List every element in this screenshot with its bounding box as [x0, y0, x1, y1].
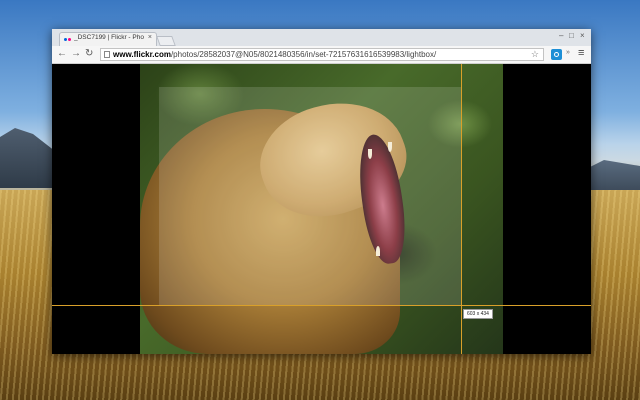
wallpaper-mountain-left — [0, 128, 60, 188]
address-bar[interactable]: www.flickr.com/photos/28582037@N05/80214… — [100, 48, 544, 61]
tab-close-icon[interactable]: × — [148, 34, 152, 41]
browser-window: _DSC7199 | Flickr - Pho × – □ × ← → ↻ ww… — [52, 29, 591, 354]
new-tab-button[interactable] — [156, 36, 176, 46]
dimension-label: 603 x 434 — [463, 309, 493, 319]
measure-selection-area[interactable] — [159, 87, 461, 305]
reload-icon[interactable]: ↻ — [85, 48, 93, 60]
minimize-button[interactable]: – — [559, 31, 563, 40]
forward-arrow-icon[interactable]: → — [71, 48, 81, 60]
extensions-overflow-icon[interactable]: » — [566, 49, 570, 56]
tab-title: _DSC7199 | Flickr - Pho — [74, 34, 144, 41]
browser-toolbar: ← → ↻ www.flickr.com/photos/28582037@N05… — [52, 46, 591, 64]
flickr-favicon-icon — [64, 36, 71, 43]
page-icon — [104, 51, 110, 58]
url-text: www.flickr.com/photos/28582037@N05/80214… — [113, 50, 436, 59]
measure-guide-horizontal — [52, 305, 591, 306]
browser-menu-icon[interactable]: ≡ — [578, 47, 584, 59]
measure-guide-vertical — [461, 64, 462, 354]
back-arrow-icon[interactable]: ← — [57, 48, 67, 60]
maximize-button[interactable]: □ — [569, 31, 574, 40]
tab-strip: _DSC7199 | Flickr - Pho × – □ × — [52, 29, 591, 46]
page-viewport: 603 x 434 — [52, 64, 591, 354]
url-path: /photos/28582037@N05/8021480356/in/set-7… — [170, 50, 437, 59]
bookmark-star-icon[interactable]: ☆ — [531, 49, 539, 60]
tab-flickr[interactable]: _DSC7199 | Flickr - Pho × — [59, 32, 157, 46]
extension-icon[interactable] — [551, 49, 562, 60]
close-window-button[interactable]: × — [580, 31, 585, 40]
url-domain: www.flickr.com — [113, 50, 171, 59]
